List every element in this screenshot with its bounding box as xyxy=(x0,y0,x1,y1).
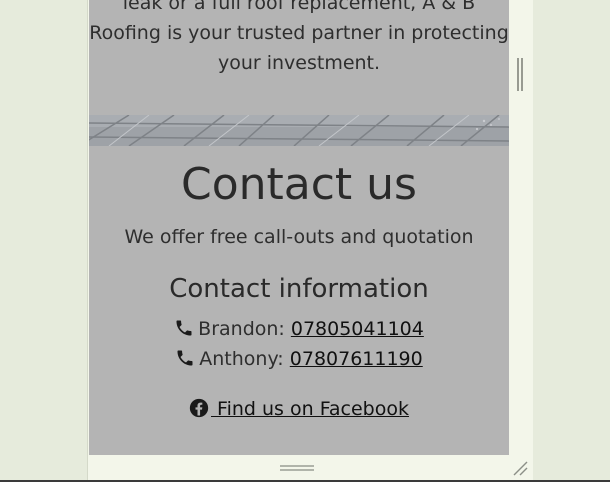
phone-label-brandon: Brandon: xyxy=(198,318,291,340)
roof-tiles-pattern xyxy=(89,115,509,146)
content-panel: leak or a full roof replacement, A & B R… xyxy=(89,0,509,455)
facebook-icon xyxy=(189,398,209,418)
phone-label-anthony: Anthony: xyxy=(199,348,290,370)
facebook-link-label: Find us on Facebook xyxy=(211,398,409,420)
contact-info-heading: Contact information xyxy=(169,274,429,304)
resize-handle-icon[interactable] xyxy=(512,460,528,476)
phone-link-anthony[interactable]: 07807611190 xyxy=(290,348,423,370)
phone-icon xyxy=(176,320,192,336)
scroll-handle[interactable] xyxy=(517,58,523,91)
roof-tiles-banner-image xyxy=(89,115,509,146)
drag-handle[interactable] xyxy=(280,464,314,472)
facebook-link[interactable]: Find us on Facebook xyxy=(189,398,409,420)
phone-icon xyxy=(177,350,193,366)
phone-line-brandon: Brandon: 07805041104 xyxy=(89,315,509,343)
phone-link-brandon[interactable]: 07805041104 xyxy=(291,318,424,340)
about-text: leak or a full roof replacement, A & B R… xyxy=(89,0,509,74)
contact-heading: Contact us xyxy=(181,159,417,210)
facebook-row: Find us on Facebook xyxy=(89,395,509,423)
phone-line-anthony: Anthony: 07807611190 xyxy=(89,345,509,373)
page: leak or a full roof replacement, A & B R… xyxy=(0,0,610,482)
scroll-frame[interactable]: leak or a full roof replacement, A & B R… xyxy=(87,0,533,480)
contact-subtitle: We offer free call-outs and quotation xyxy=(124,226,474,248)
